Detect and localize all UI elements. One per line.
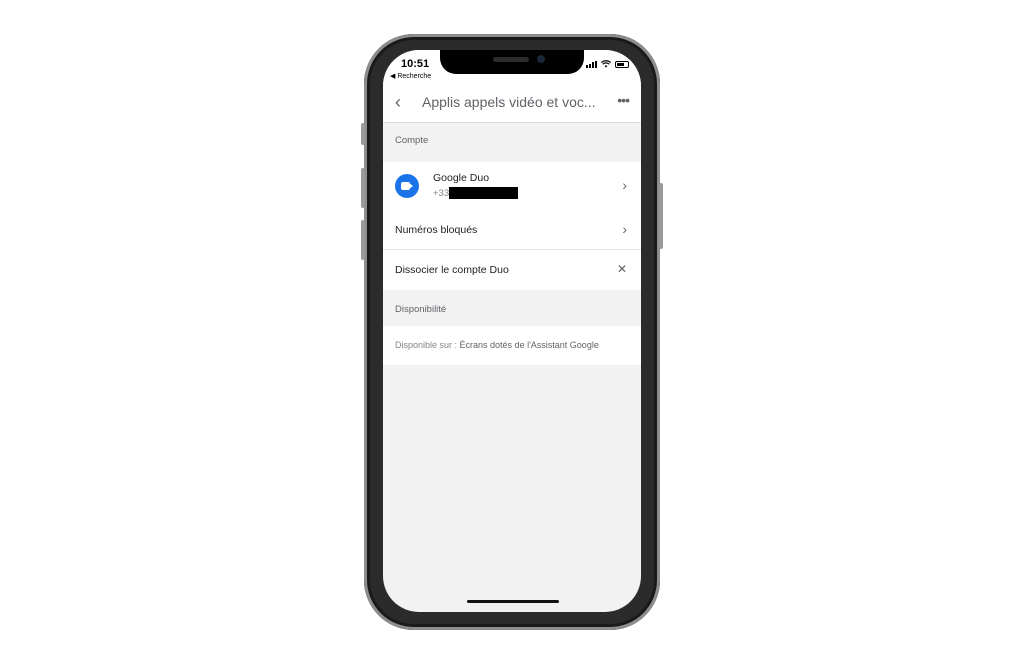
page-title: Applis appels vidéo et voc... [422,94,596,110]
unlink-duo-label: Dissocier le compte Duo [395,264,509,276]
availability-text: Disponible sur : Écrans dotés de l'Assis… [395,340,599,350]
availability-row: Disponible sur : Écrans dotés de l'Assis… [383,326,641,365]
redacted-phone-number [449,187,518,199]
section-label-availability: Disponibilité [395,304,447,315]
more-options-icon[interactable]: ••• [617,92,630,108]
availability-prefix: Disponible sur : [395,340,460,350]
volume-up-button [361,168,365,208]
chevron-right-icon: › [622,177,627,193]
phone-number: +33 [433,188,450,199]
home-indicator[interactable] [467,600,559,603]
battery-icon [615,61,629,68]
chevron-right-icon: › [622,221,627,237]
power-button [659,183,663,249]
system-icons [586,60,629,68]
app-name: Google Duo [433,172,490,184]
phone-screen: 10:51 ◀ Recherche ‹ Applis appels vidéo … [383,50,641,612]
back-arrow-icon[interactable]: ‹ [395,92,401,113]
blocked-numbers-row[interactable]: Numéros bloqués › [383,212,641,249]
section-label-account: Compte [395,135,429,146]
back-to-app-link[interactable]: ◀ Recherche [390,72,431,80]
volume-down-button [361,220,365,260]
mute-switch [361,123,365,145]
google-duo-icon [395,174,419,198]
wifi-icon [601,60,611,68]
signal-icon [586,61,597,68]
unlink-duo-row[interactable]: Dissocier le compte Duo ✕ [383,250,641,290]
google-duo-account-row[interactable]: Google Duo +33 › [383,162,641,212]
speaker [493,57,529,62]
close-icon[interactable]: ✕ [617,262,627,276]
status-time: 10:51 [401,58,430,70]
front-camera [537,55,545,63]
availability-value: Écrans dotés de l'Assistant Google [459,340,599,350]
notch [440,50,584,74]
app-header: ‹ Applis appels vidéo et voc... ••• [383,84,641,123]
blocked-numbers-label: Numéros bloqués [395,224,478,236]
